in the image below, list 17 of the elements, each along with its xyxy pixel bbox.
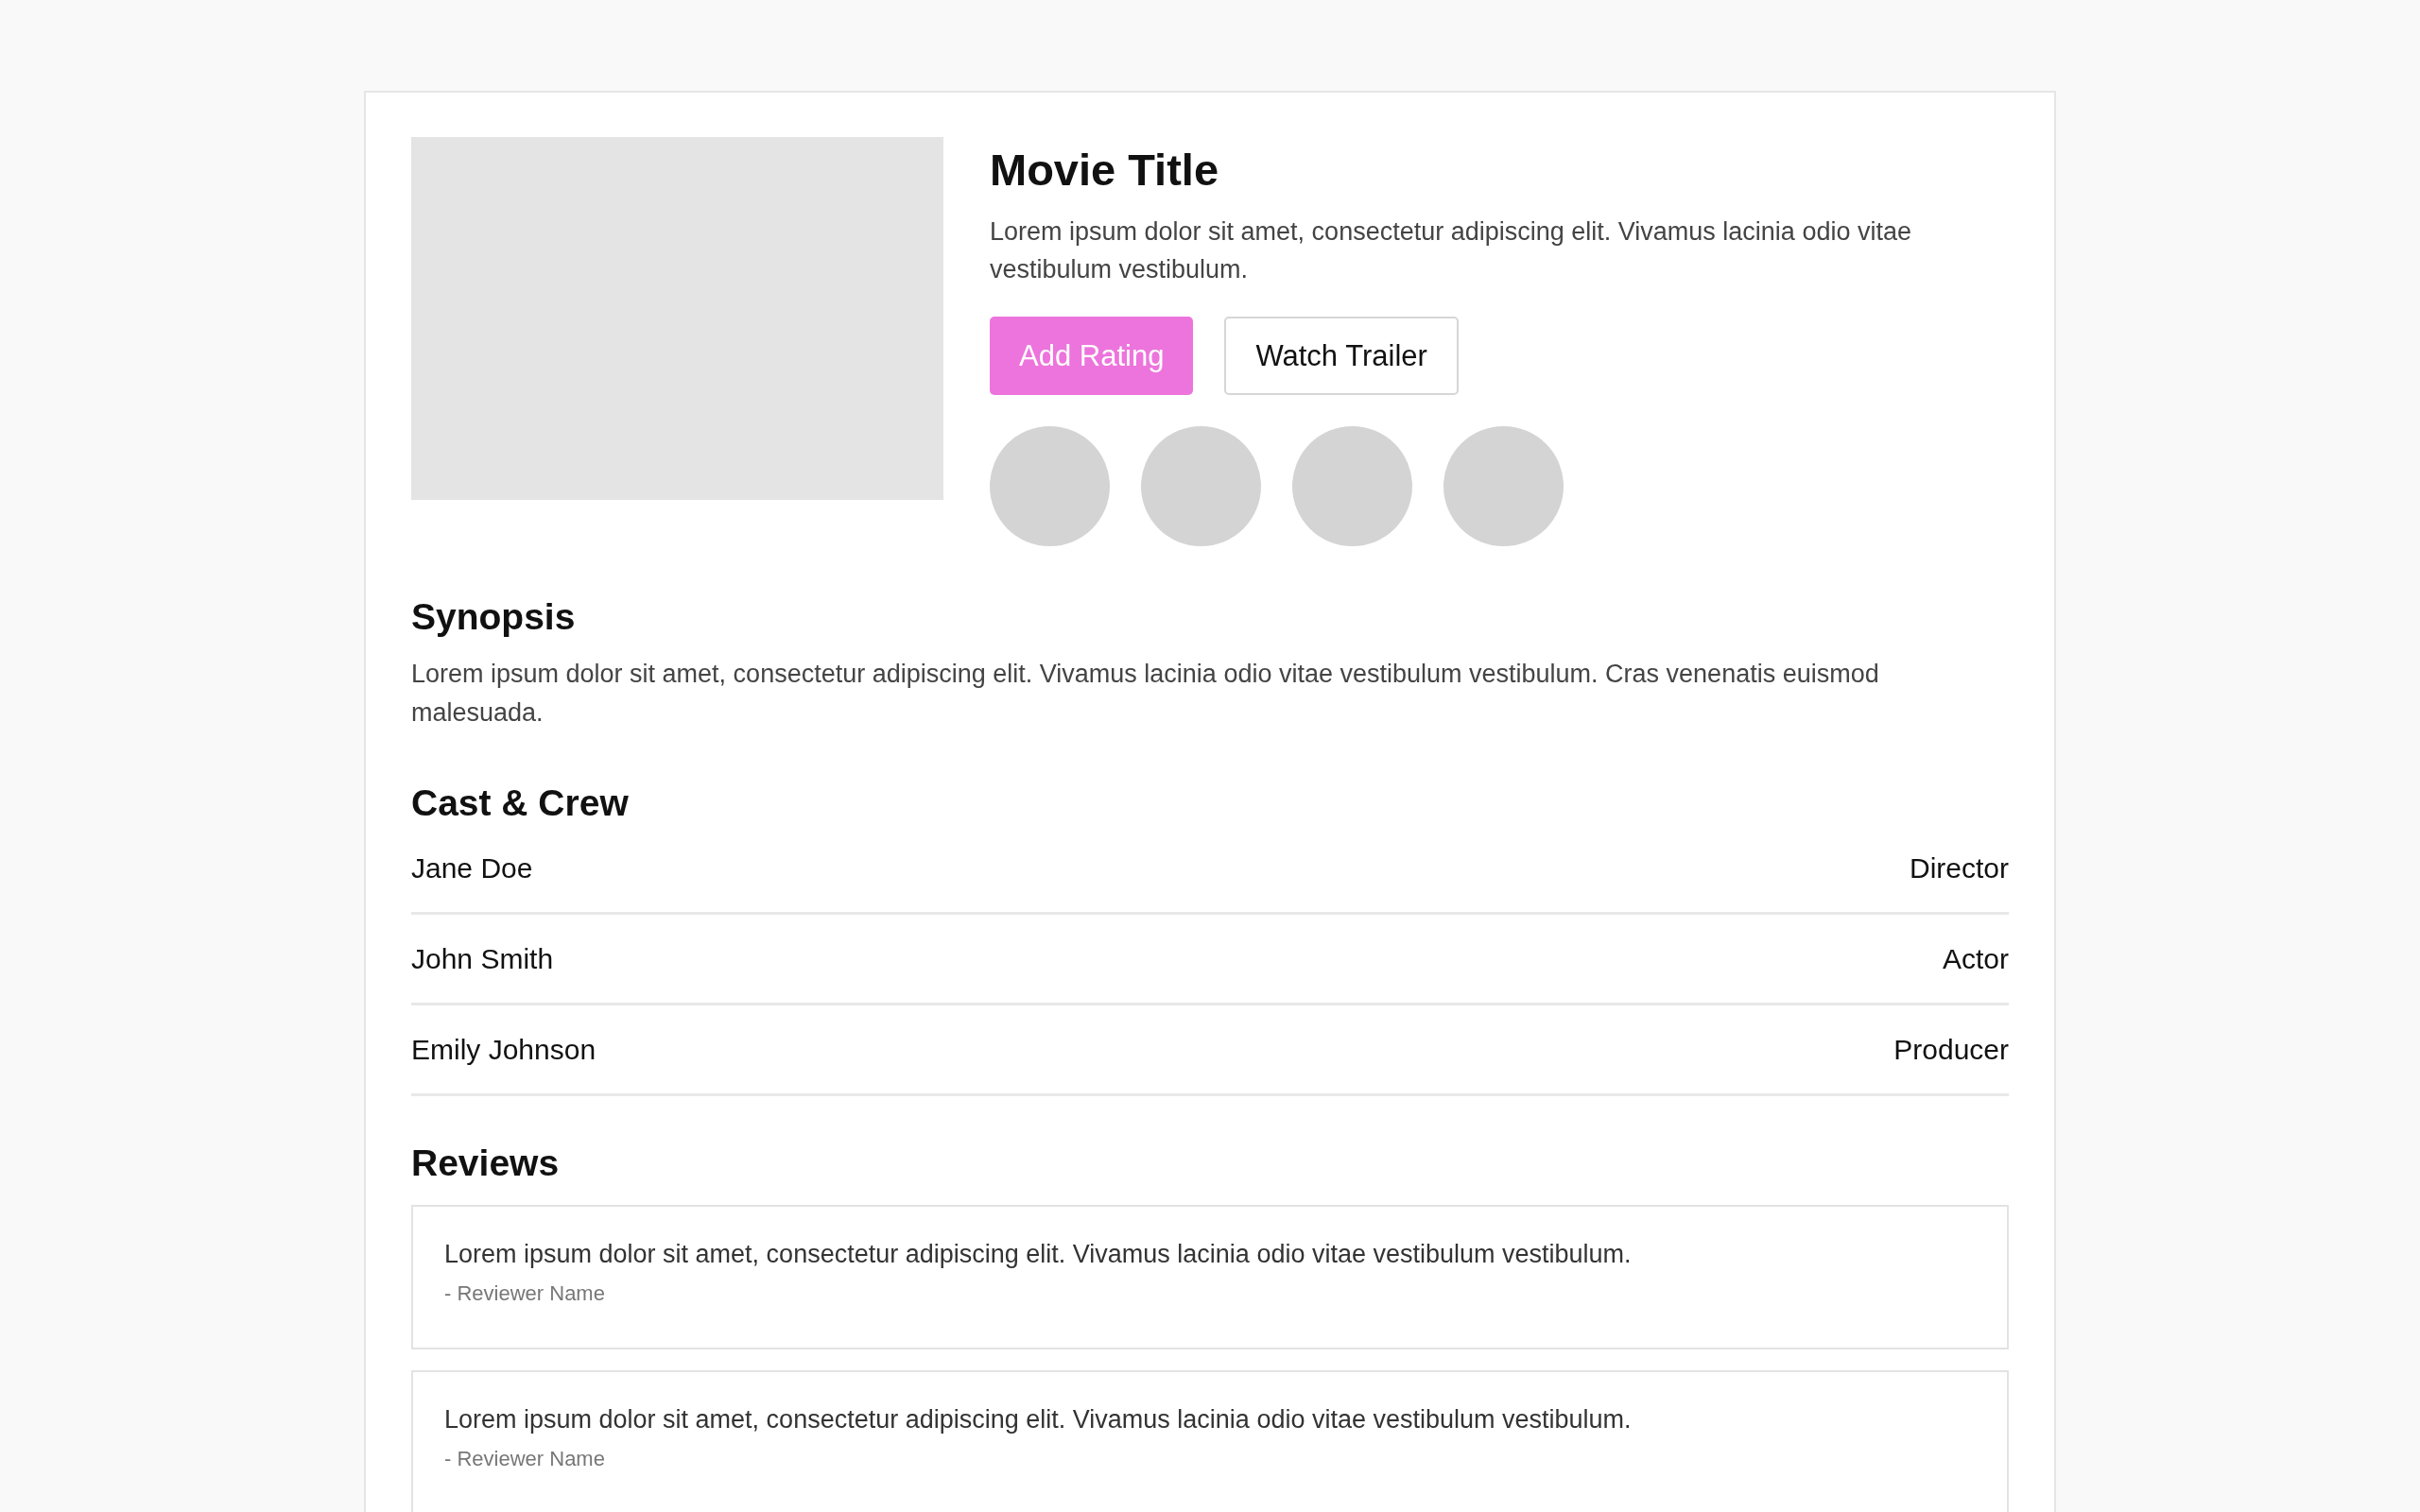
review-text: Lorem ipsum dolor sit amet, consectetur adipiscing elit. Vivamus lacinia odio vitae vestibulum vestibulum. — [444, 1403, 1633, 1435]
reviewer-name: - Reviewer Name — [444, 1280, 606, 1306]
section-heading: Reviews — [411, 1143, 561, 1184]
synopsis-text: Lorem ipsum dolor sit amet, consectetur adipiscing elit. Vivamus lacinia odio vitae vestibulum vestibulum. Cras venenatis euismod malesuada. — [411, 658, 1880, 729]
cast-role: Actor — [1942, 943, 2009, 976]
section-heading: Synopsis — [411, 597, 577, 638]
reviewer-name: - Reviewer Name — [444, 1446, 606, 1471]
movie-description: Lorem ipsum dolor sit amet, consectetur adipiscing elit. Vivamus lacinia odio vitae vestibulum vestibulum. — [990, 216, 1912, 285]
cast-role: Director — [1910, 852, 2009, 885]
section-heading: Cast & Crew — [411, 782, 630, 824]
movie-title: Movie Title — [990, 144, 1220, 192]
cast-name: Emily Johnson — [411, 1034, 596, 1067]
cast-name: Jane Doe — [411, 852, 533, 885]
watch-trailer-button[interactable]: Watch Trailer — [1224, 317, 1459, 395]
cast-name: John Smith — [411, 943, 554, 976]
review-text: Lorem ipsum dolor sit amet, consectetur adipiscing elit. Vivamus lacinia odio vitae vestibulum vestibulum. — [444, 1238, 1633, 1270]
cast-role: Producer — [1893, 1034, 2009, 1067]
